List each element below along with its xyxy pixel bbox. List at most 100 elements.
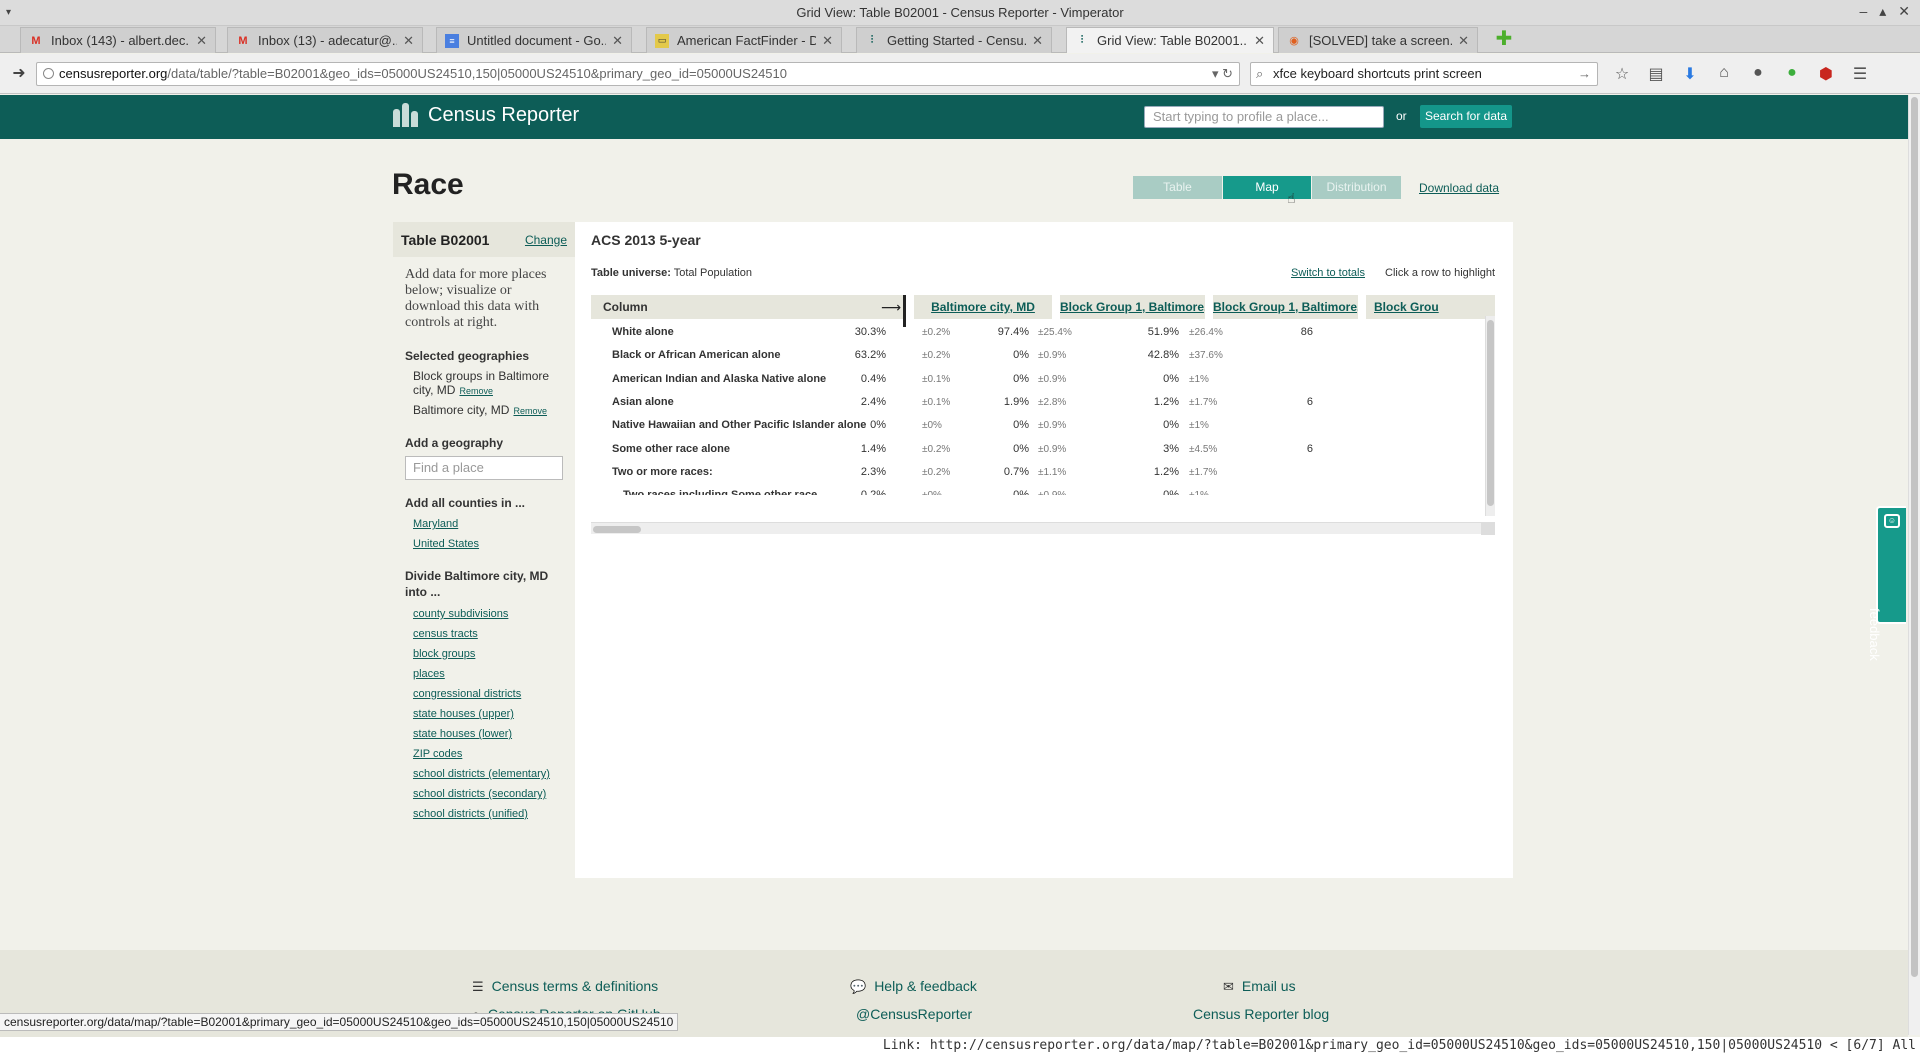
bookmark-star-icon[interactable]: ☆ <box>1612 64 1632 84</box>
county-link[interactable]: United States <box>413 536 563 552</box>
cell-margin-of-error: ±0% <box>922 420 942 432</box>
tab-docs[interactable]: ≡ Untitled document - Go... ✕ <box>436 27 632 53</box>
divide-link[interactable]: school districts (elementary) <box>413 766 563 782</box>
reading-list-icon[interactable]: ▤ <box>1646 64 1666 84</box>
cell-margin-of-error: ±26.4% <box>1189 327 1223 338</box>
geo-header[interactable]: Block Grou <box>1366 295 1495 319</box>
maximize-icon[interactable]: ▴ <box>1879 3 1886 20</box>
tab-factfinder[interactable]: ▭ American FactFinder - D... ✕ <box>646 27 842 53</box>
feedback-tab[interactable]: ☺ feedback <box>1867 506 1906 661</box>
back-arrow-icon[interactable]: ➜ <box>8 63 30 85</box>
close-tab-icon[interactable]: ✕ <box>1032 33 1043 49</box>
selected-geographies-heading: Selected geographies <box>405 349 530 363</box>
right-arrow-icon[interactable]: ⟶ <box>881 295 901 319</box>
tab-grid-view[interactable]: ⫶ Grid View: Table B02001... ✕ <box>1066 27 1274 53</box>
grid-vertical-scrollbar[interactable] <box>1485 316 1495 516</box>
cell-margin-of-error: ±1% <box>1189 373 1209 385</box>
chat-icon[interactable]: ● <box>1748 64 1768 84</box>
divide-link[interactable]: county subdivisions <box>413 606 563 622</box>
find-place-input[interactable]: Find a place <box>405 456 563 480</box>
email-link[interactable]: ✉ Email us <box>1223 978 1296 995</box>
divide-link[interactable]: state houses (upper) <box>413 706 563 722</box>
cell-margin-of-error: ±1.1% <box>1038 466 1067 478</box>
place-search-input[interactable]: Start typing to profile a place... <box>1144 106 1384 128</box>
close-tab-icon[interactable]: ✕ <box>612 33 623 49</box>
close-tab-icon[interactable]: ✕ <box>403 33 414 49</box>
divide-link[interactable]: places <box>413 666 563 682</box>
divide-link[interactable]: congressional districts <box>413 686 563 702</box>
divide-link[interactable]: block groups <box>413 646 563 662</box>
browser-search-input[interactable]: ⌕ xfce keyboard shortcuts print screen → <box>1250 62 1598 86</box>
search-for-data-button[interactable]: Search for data <box>1420 105 1512 128</box>
add-geography-heading: Add a geography <box>405 436 504 450</box>
extension-icon[interactable]: ● <box>1782 64 1802 84</box>
reload-icon[interactable]: ↻ <box>1222 66 1233 81</box>
ubuntu-icon: ◉ <box>1289 35 1299 47</box>
tab-gmail-1[interactable]: M Inbox (143) - albert.dec... ✕ <box>20 27 216 53</box>
highlight-hint: Click a row to highlight <box>1385 267 1496 279</box>
site-info-icon[interactable] <box>43 68 54 79</box>
close-tab-icon[interactable]: ✕ <box>1254 33 1265 49</box>
view-table-button[interactable]: Table <box>1133 176 1222 199</box>
divide-link[interactable]: school districts (secondary) <box>413 786 563 802</box>
new-tab-icon[interactable]: ✚ <box>1494 29 1514 50</box>
home-icon[interactable]: ⌂ <box>1714 64 1734 84</box>
table-row[interactable]: American Indian and Alaska Native alone 0… <box>591 368 1495 391</box>
table-row[interactable]: Native Hawaiian and Other Pacific Island… <box>591 414 1495 437</box>
geo-name: Baltimore city, MD <box>413 403 510 417</box>
help-link[interactable]: 💬 Help & feedback <box>850 978 977 995</box>
view-map-button[interactable]: Map <box>1223 176 1311 199</box>
search-go-icon[interactable]: → <box>1578 63 1591 85</box>
table-row[interactable]: Some other race alone 1.4% ±0.2% 0% ±0.9% 3% ±… <box>591 438 1495 461</box>
table-row[interactable]: Two or more races: 2.3% ±0.2% 0.7% ±1.1% 1.2%… <box>591 461 1495 484</box>
close-tab-icon[interactable]: ✕ <box>1458 33 1469 49</box>
tab-getting-started[interactable]: ⫶ Getting Started - Censu... ✕ <box>856 27 1052 53</box>
remove-geo-link[interactable]: Remove <box>459 386 493 396</box>
geo-header[interactable]: Baltimore city, MD <box>914 295 1052 319</box>
navigation-bar: ➜ censusreporter.org/data/table/?table=B… <box>0 54 1920 94</box>
cell-value: 1.4% <box>860 442 886 455</box>
tab-solved[interactable]: ◉ [SOLVED] take a screen... ✕ <box>1278 27 1478 53</box>
table-row[interactable]: Two races including Some other race0.2%±… <box>591 484 1495 495</box>
cell-margin-of-error: ±0.2% <box>922 327 951 338</box>
geo-header[interactable]: Block Group 1, Baltimore, MD <box>1060 295 1205 319</box>
adblock-icon[interactable]: ⬢ <box>1816 64 1836 84</box>
remove-geo-link[interactable]: Remove <box>513 406 547 416</box>
cell-value: 0% <box>979 484 1029 495</box>
divide-link[interactable]: ZIP codes <box>413 746 563 762</box>
table-row[interactable]: Asian alone 2.4% ±0.1% 1.9% ±2.8% 1.2% ±1.7% 6 <box>591 391 1495 414</box>
change-table-link[interactable]: Change <box>525 233 567 247</box>
blog-link[interactable]: Census Reporter blog <box>1193 1006 1329 1022</box>
cell-value: 0% <box>870 419 886 432</box>
gmail-icon: M <box>31 34 41 47</box>
twitter-link[interactable]: @CensusReporter <box>856 1006 972 1022</box>
dropdown-icon[interactable]: ▾ <box>1212 66 1219 81</box>
county-link[interactable]: Maryland <box>413 516 563 532</box>
close-tab-icon[interactable]: ✕ <box>822 33 833 49</box>
tab-gmail-2[interactable]: M Inbox (13) - adecatur@... ✕ <box>227 27 423 53</box>
view-distribution-button[interactable]: Distribution <box>1312 176 1401 199</box>
cell-value: 0% <box>1129 484 1179 495</box>
close-window-icon[interactable]: ✕ <box>1898 3 1910 20</box>
grid-horizontal-scrollbar[interactable] <box>591 522 1495 535</box>
table-row[interactable]: Black or African American alone 63.2% ±0.2… <box>591 344 1495 367</box>
download-icon[interactable]: ⬇ <box>1680 64 1700 84</box>
terms-link[interactable]: ☰ Census terms & definitions <box>472 978 658 995</box>
url-bar[interactable]: censusreporter.org/data/table/?table=B02… <box>36 62 1240 86</box>
site-logo[interactable]: Census Reporter <box>393 103 579 127</box>
download-data-link[interactable]: Download data <box>1419 181 1499 195</box>
page-scrollbar[interactable] <box>1908 95 1920 1035</box>
tab-bar: M Inbox (143) - albert.dec... ✕ M Inbox … <box>0 26 1920 53</box>
table-row[interactable]: White alone 30.3% ±0.2% 97.4% ±25.4% 51.9% ±26… <box>591 321 1495 344</box>
divide-link[interactable]: census tracts <box>413 626 563 642</box>
tab-label: Grid View: Table B02001... <box>1097 33 1249 48</box>
menu-icon[interactable]: ☰ <box>1850 64 1870 84</box>
switch-to-totals-link[interactable]: Switch to totals <box>1291 267 1365 279</box>
close-tab-icon[interactable]: ✕ <box>196 33 207 49</box>
cell-margin-of-error: ±1% <box>1189 420 1209 432</box>
divide-link[interactable]: school districts (unified) <box>413 806 563 822</box>
minimize-icon[interactable]: – <box>1859 3 1867 20</box>
geo-header[interactable]: Block Group 1, Baltimore, MD <box>1213 295 1358 319</box>
divide-link[interactable]: state houses (lower) <box>413 726 563 742</box>
cell-value: 1.9% <box>1003 395 1029 408</box>
